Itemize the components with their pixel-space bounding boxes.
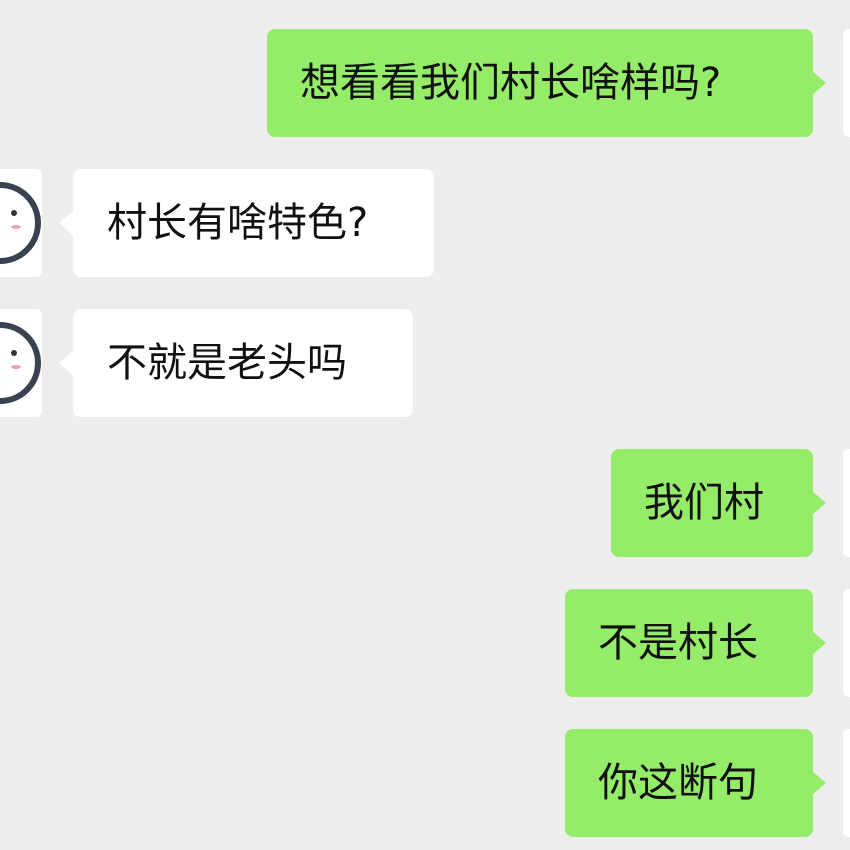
- message-bubble-sent[interactable]: 想看看我们村长啥样吗?: [267, 29, 813, 137]
- my-avatar-icon[interactable]: [843, 589, 850, 697]
- message-text: 你这断句: [598, 760, 758, 806]
- message-bubble-received[interactable]: 不就是老头吗: [73, 309, 413, 417]
- my-avatar-icon[interactable]: [843, 729, 850, 837]
- message-bubble-sent[interactable]: 我们村: [611, 449, 813, 557]
- bubble-tail: [812, 71, 826, 95]
- message-bubble-sent[interactable]: 你这断句: [565, 729, 813, 837]
- message-text: 我们村: [644, 480, 764, 526]
- message-text: 村长有啥特色?: [107, 200, 369, 246]
- message-text: 不就是老头吗: [107, 340, 347, 386]
- message-bubble-received[interactable]: 村长有啥特色?: [73, 169, 434, 277]
- message-row-sent: 你这断句: [0, 729, 850, 837]
- face-avatar-icon[interactable]: [0, 169, 42, 277]
- message-row-sent: 不是村长: [0, 589, 850, 697]
- face-avatar-icon[interactable]: [0, 309, 42, 417]
- my-avatar-icon[interactable]: [843, 449, 850, 557]
- message-row-received: 不就是老头吗: [0, 309, 850, 417]
- bubble-tail: [59, 211, 73, 235]
- message-row-sent: 我们村: [0, 449, 850, 557]
- chat-window: 想看看我们村长啥样吗? 村长有啥特色? 不就是老头吗 我们村 不是村长 你这断句: [0, 0, 850, 850]
- bubble-tail: [812, 491, 826, 515]
- bubble-tail: [812, 631, 826, 655]
- bubble-tail: [812, 771, 826, 795]
- message-text: 不是村长: [598, 620, 758, 666]
- message-row-received: 村长有啥特色?: [0, 169, 850, 277]
- message-row-sent: 想看看我们村长啥样吗?: [0, 29, 850, 137]
- bubble-tail: [59, 351, 73, 375]
- message-text: 想看看我们村长啥样吗?: [300, 60, 722, 106]
- my-avatar-icon[interactable]: [843, 29, 850, 137]
- message-bubble-sent[interactable]: 不是村长: [565, 589, 813, 697]
